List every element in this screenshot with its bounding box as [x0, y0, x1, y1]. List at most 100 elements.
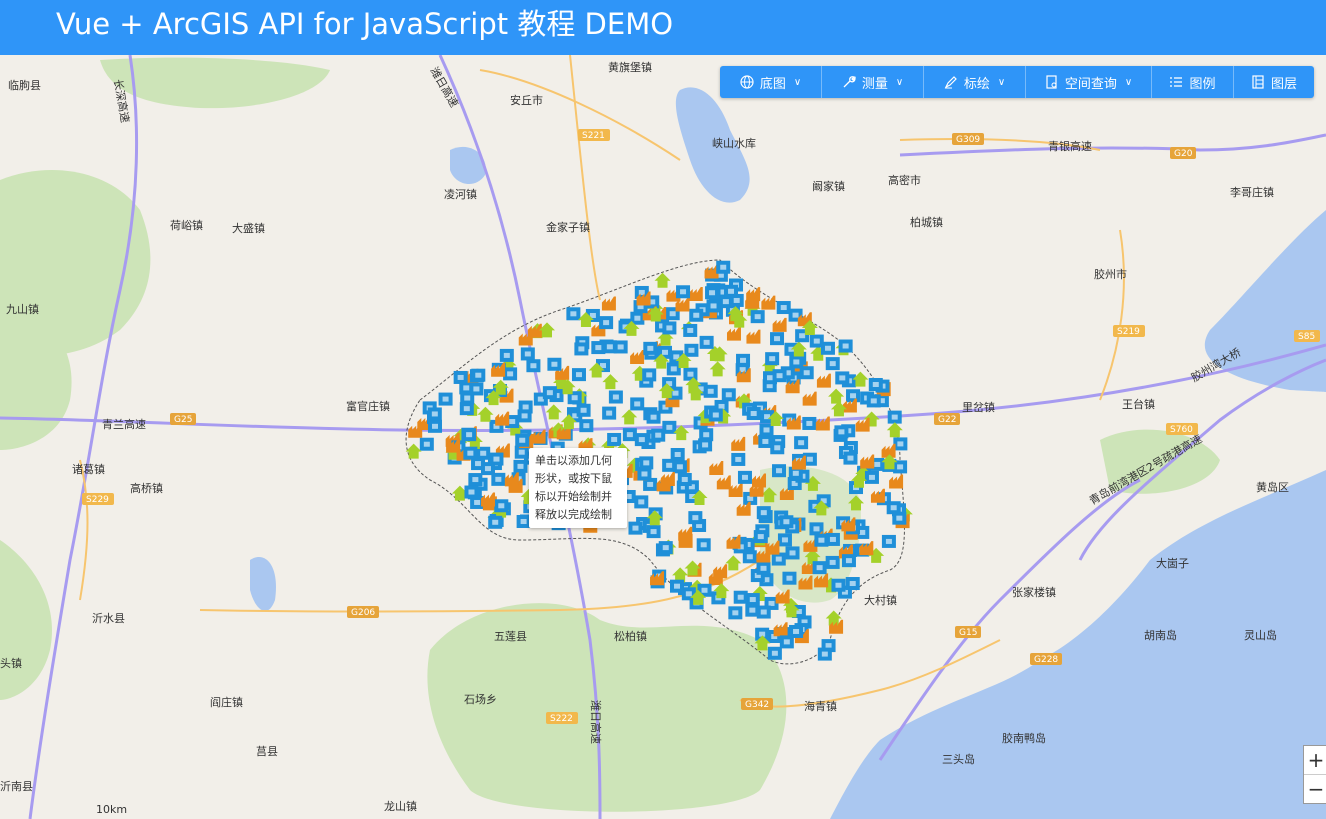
factory-marker[interactable]: [531, 429, 546, 444]
building-window: [546, 390, 553, 396]
map-label: 五莲县: [494, 630, 527, 643]
zoom-in-button[interactable]: +: [1304, 746, 1326, 774]
factory-marker[interactable]: [859, 541, 874, 556]
map-label: 松柏镇: [614, 629, 647, 643]
map-label: 胶南鸭岛: [1002, 731, 1046, 745]
tree-marker[interactable]: [709, 361, 726, 377]
factory-marker[interactable]: [408, 423, 423, 438]
building-window: [821, 651, 828, 657]
building-window: [829, 536, 836, 542]
building-window: [670, 366, 677, 372]
building-window: [741, 474, 748, 480]
building-window: [771, 650, 778, 656]
factory-marker[interactable]: [731, 436, 746, 451]
building-window: [760, 609, 767, 615]
factory-marker[interactable]: [772, 317, 787, 332]
toolbar-spatial-query-button[interactable]: 空间查询 ∨: [1026, 66, 1152, 98]
building-window: [700, 542, 707, 548]
building-window: [806, 456, 813, 462]
building-window: [606, 344, 613, 350]
building-window: [776, 468, 783, 474]
tree-marker[interactable]: [886, 422, 903, 438]
building-window: [842, 343, 849, 349]
building-window: [626, 432, 633, 438]
toolbar-basemap-button[interactable]: 底图 ∨: [720, 66, 822, 98]
building-window: [655, 432, 662, 438]
map-label: 九山镇: [6, 302, 39, 316]
map-label: 里岔镇: [962, 400, 995, 414]
tree-marker[interactable]: [602, 374, 619, 390]
road-shield-label: S222: [550, 714, 573, 724]
toolbar-draw-button[interactable]: 标绘 ∨: [924, 66, 1026, 98]
factory-marker[interactable]: [870, 488, 885, 503]
toolbar-layers-button[interactable]: 图层: [1234, 66, 1314, 98]
building-window: [617, 344, 624, 350]
map-view[interactable]: 临朐县 黄旗堡镇 安丘市 峡山水库 高密市 阚家镇 凌河镇 金家子镇 大盛镇 荷…: [0, 55, 1326, 819]
factory-marker[interactable]: [726, 534, 741, 549]
factory-marker[interactable]: [630, 350, 645, 365]
tree-marker[interactable]: [621, 409, 638, 425]
toolbar-label: 底图: [759, 76, 786, 92]
factory-marker[interactable]: [889, 474, 904, 489]
factory-marker[interactable]: [815, 416, 830, 431]
building-window: [669, 311, 676, 317]
building-window: [775, 556, 782, 562]
building-window: [578, 346, 585, 352]
building-window: [498, 503, 505, 509]
building-window: [798, 440, 805, 446]
building-window: [712, 412, 719, 418]
building-window: [643, 460, 650, 466]
factory-marker[interactable]: [713, 564, 728, 579]
factory-marker[interactable]: [481, 492, 496, 507]
building-window: [849, 581, 856, 587]
pen-icon: [944, 76, 957, 89]
tree-marker[interactable]: [654, 272, 671, 288]
building-window: [681, 476, 688, 482]
tree-marker[interactable]: [477, 406, 494, 422]
factory-marker[interactable]: [746, 329, 761, 344]
map-label: 高桥镇: [130, 481, 163, 495]
chevron-down-icon: ∨: [997, 76, 1006, 88]
building-window: [530, 363, 537, 369]
factory-marker[interactable]: [761, 295, 776, 310]
factory-marker[interactable]: [726, 326, 741, 341]
building-window: [701, 587, 708, 593]
building-window: [522, 404, 529, 410]
map-label: 莒县: [256, 745, 278, 758]
tree-marker[interactable]: [405, 443, 422, 459]
factory-marker[interactable]: [752, 473, 767, 488]
zoom-out-button[interactable]: −: [1304, 774, 1326, 803]
factory-marker[interactable]: [716, 475, 731, 490]
factory-marker[interactable]: [601, 296, 616, 311]
building-window: [774, 445, 781, 451]
map-label: 沂南县: [0, 780, 33, 793]
factory-marker[interactable]: [678, 526, 693, 541]
factory-marker[interactable]: [802, 391, 817, 406]
road-label: 潍日高速: [589, 700, 603, 744]
factory-marker[interactable]: [773, 622, 788, 637]
building-window: [687, 327, 694, 333]
building-window: [473, 386, 480, 392]
tree-marker[interactable]: [725, 555, 742, 571]
building-window: [475, 372, 482, 378]
factory-marker[interactable]: [860, 454, 875, 469]
factory-marker[interactable]: [688, 287, 703, 302]
factory-marker[interactable]: [816, 373, 831, 388]
building-window: [650, 414, 657, 420]
map-label: 石场乡: [464, 692, 497, 706]
factory-marker[interactable]: [495, 411, 510, 426]
toolbar-legend-button[interactable]: 图例: [1152, 66, 1234, 98]
building-window: [493, 456, 500, 462]
toolbar-measure-button[interactable]: 测量 ∨: [822, 66, 924, 98]
tree-marker[interactable]: [545, 404, 562, 420]
building-window: [872, 382, 879, 388]
building-window: [825, 643, 832, 649]
tree-marker[interactable]: [828, 388, 845, 404]
building-window: [507, 371, 514, 377]
factory-marker[interactable]: [709, 460, 724, 475]
building-window: [672, 390, 679, 396]
building-window: [431, 411, 438, 417]
building-window: [580, 407, 587, 413]
building-window: [850, 393, 857, 399]
layers-icon: [1252, 75, 1264, 89]
